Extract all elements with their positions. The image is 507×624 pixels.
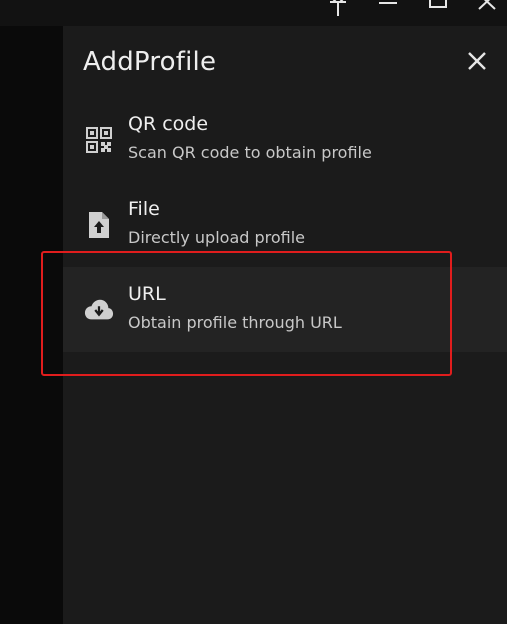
- option-description: Scan QR code to obtain profile: [128, 143, 372, 162]
- option-title: URL: [128, 283, 166, 305]
- option-description: Directly upload profile: [128, 228, 306, 247]
- window-close-button[interactable]: [473, 0, 501, 16]
- minimize-button[interactable]: [374, 0, 402, 16]
- qr-code-icon: [84, 125, 114, 155]
- option-title: QR code: [128, 113, 209, 135]
- cloud-download-icon: [84, 295, 114, 325]
- maximize-button[interactable]: [424, 0, 452, 16]
- close-icon: [478, 0, 496, 10]
- option-qr-code[interactable]: QR code Scan QR code to obtain profile: [63, 97, 507, 182]
- maximize-icon: [429, 0, 447, 8]
- pin-icon: [330, 0, 346, 16]
- panel-title: AddProfile: [83, 47, 217, 77]
- add-profile-panel: AddProfile QR code Scan QR code to obtai…: [63, 26, 507, 624]
- option-url[interactable]: URL Obtain profile through URL: [63, 267, 507, 352]
- panel-close-button[interactable]: [466, 50, 488, 72]
- app-background-left: [0, 0, 63, 624]
- pin-button[interactable]: [324, 0, 352, 16]
- option-title: File: [128, 198, 160, 220]
- close-icon: [468, 52, 486, 70]
- minimize-icon: [379, 2, 397, 4]
- file-upload-icon: [84, 210, 114, 240]
- option-description: Obtain profile through URL: [128, 313, 342, 332]
- option-file[interactable]: File Directly upload profile: [63, 182, 507, 267]
